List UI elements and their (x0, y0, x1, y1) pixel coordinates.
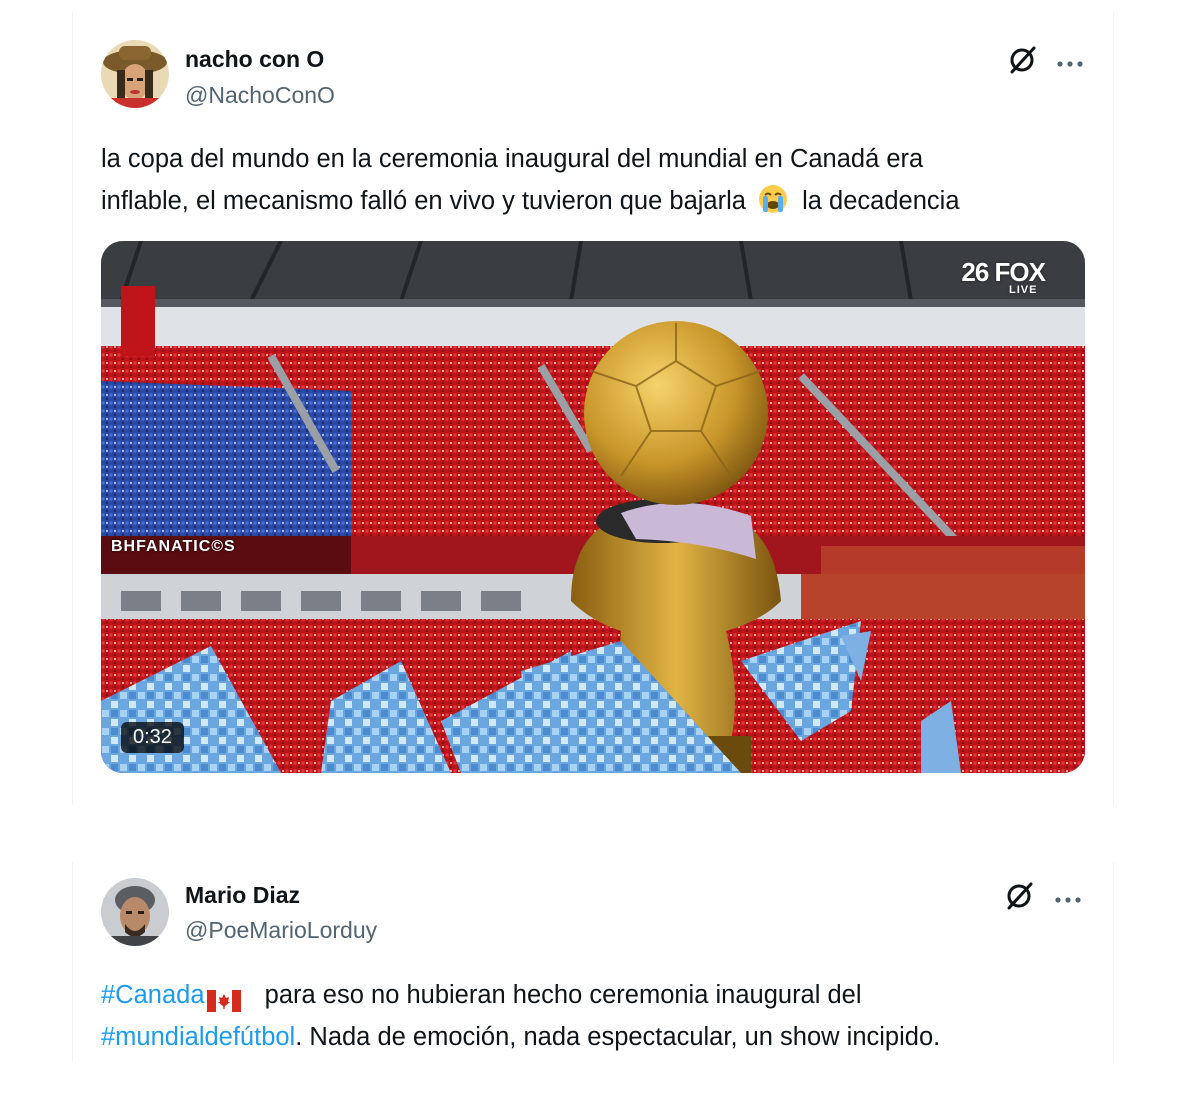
ad-board-text: BHFANATIC©S (111, 538, 236, 555)
author-name[interactable]: Mario Diaz (185, 882, 300, 909)
grok-icon[interactable] (1006, 44, 1038, 76)
post-text-line: #mundialdefútbol. Nada de emoción, nada … (101, 1016, 1101, 1058)
post-text-segment: la decadencia (802, 187, 960, 215)
post-text-segment: . Nada de emoción, nada espectacular, un… (295, 1023, 941, 1051)
post-text-line: la copa del mundo en la ceremonia inaugu… (101, 145, 924, 173)
post-text: la copa del mundo en la ceremonia inaugu… (101, 138, 1101, 222)
hashtag-canada[interactable]: #Canada (101, 981, 205, 1009)
post-text-line: #Canada para eso no hubieran hecho cerem… (101, 974, 1101, 1016)
post-text: #Canada para eso no hubieran hecho cerem… (101, 974, 1101, 1058)
more-icon[interactable] (1055, 52, 1085, 82)
grok-icon[interactable] (1003, 880, 1035, 912)
more-icon[interactable] (1053, 888, 1083, 918)
video-duration: 0:32 (121, 722, 184, 753)
broadcaster-logo: 26 FOX LIVE (961, 257, 1046, 296)
avatar[interactable] (101, 40, 169, 108)
video-player[interactable]: BHFANATIC©S 26 FOX LIVE 0:32 (101, 241, 1085, 773)
post-text-segment: para eso no hubieran hecho ceremonia ina… (250, 981, 862, 1009)
canada-flag-icon (206, 983, 241, 1013)
post-nacho[interactable]: nacho con O @NachoConO la copa del mundo… (72, 12, 1114, 805)
author-handle[interactable]: @PoeMarioLorduy (185, 917, 377, 944)
post-text-line: inflable, el mecanismo falló en vivo y t… (101, 180, 1101, 222)
hashtag-mundialdefutbol[interactable]: #mundialdefútbol (101, 1023, 295, 1051)
post-text-segment: inflable, el mecanismo falló en vivo y t… (101, 187, 746, 215)
author-name[interactable]: nacho con O (185, 46, 324, 73)
broadcaster-name: 26 FOX (961, 257, 1046, 287)
post-mario[interactable]: Mario Diaz @PoeMarioLorduy #Canada para … (72, 862, 1114, 1062)
loudly-crying-face-icon (757, 183, 789, 215)
avatar[interactable] (101, 878, 169, 946)
author-handle[interactable]: @NachoConO (185, 82, 335, 109)
